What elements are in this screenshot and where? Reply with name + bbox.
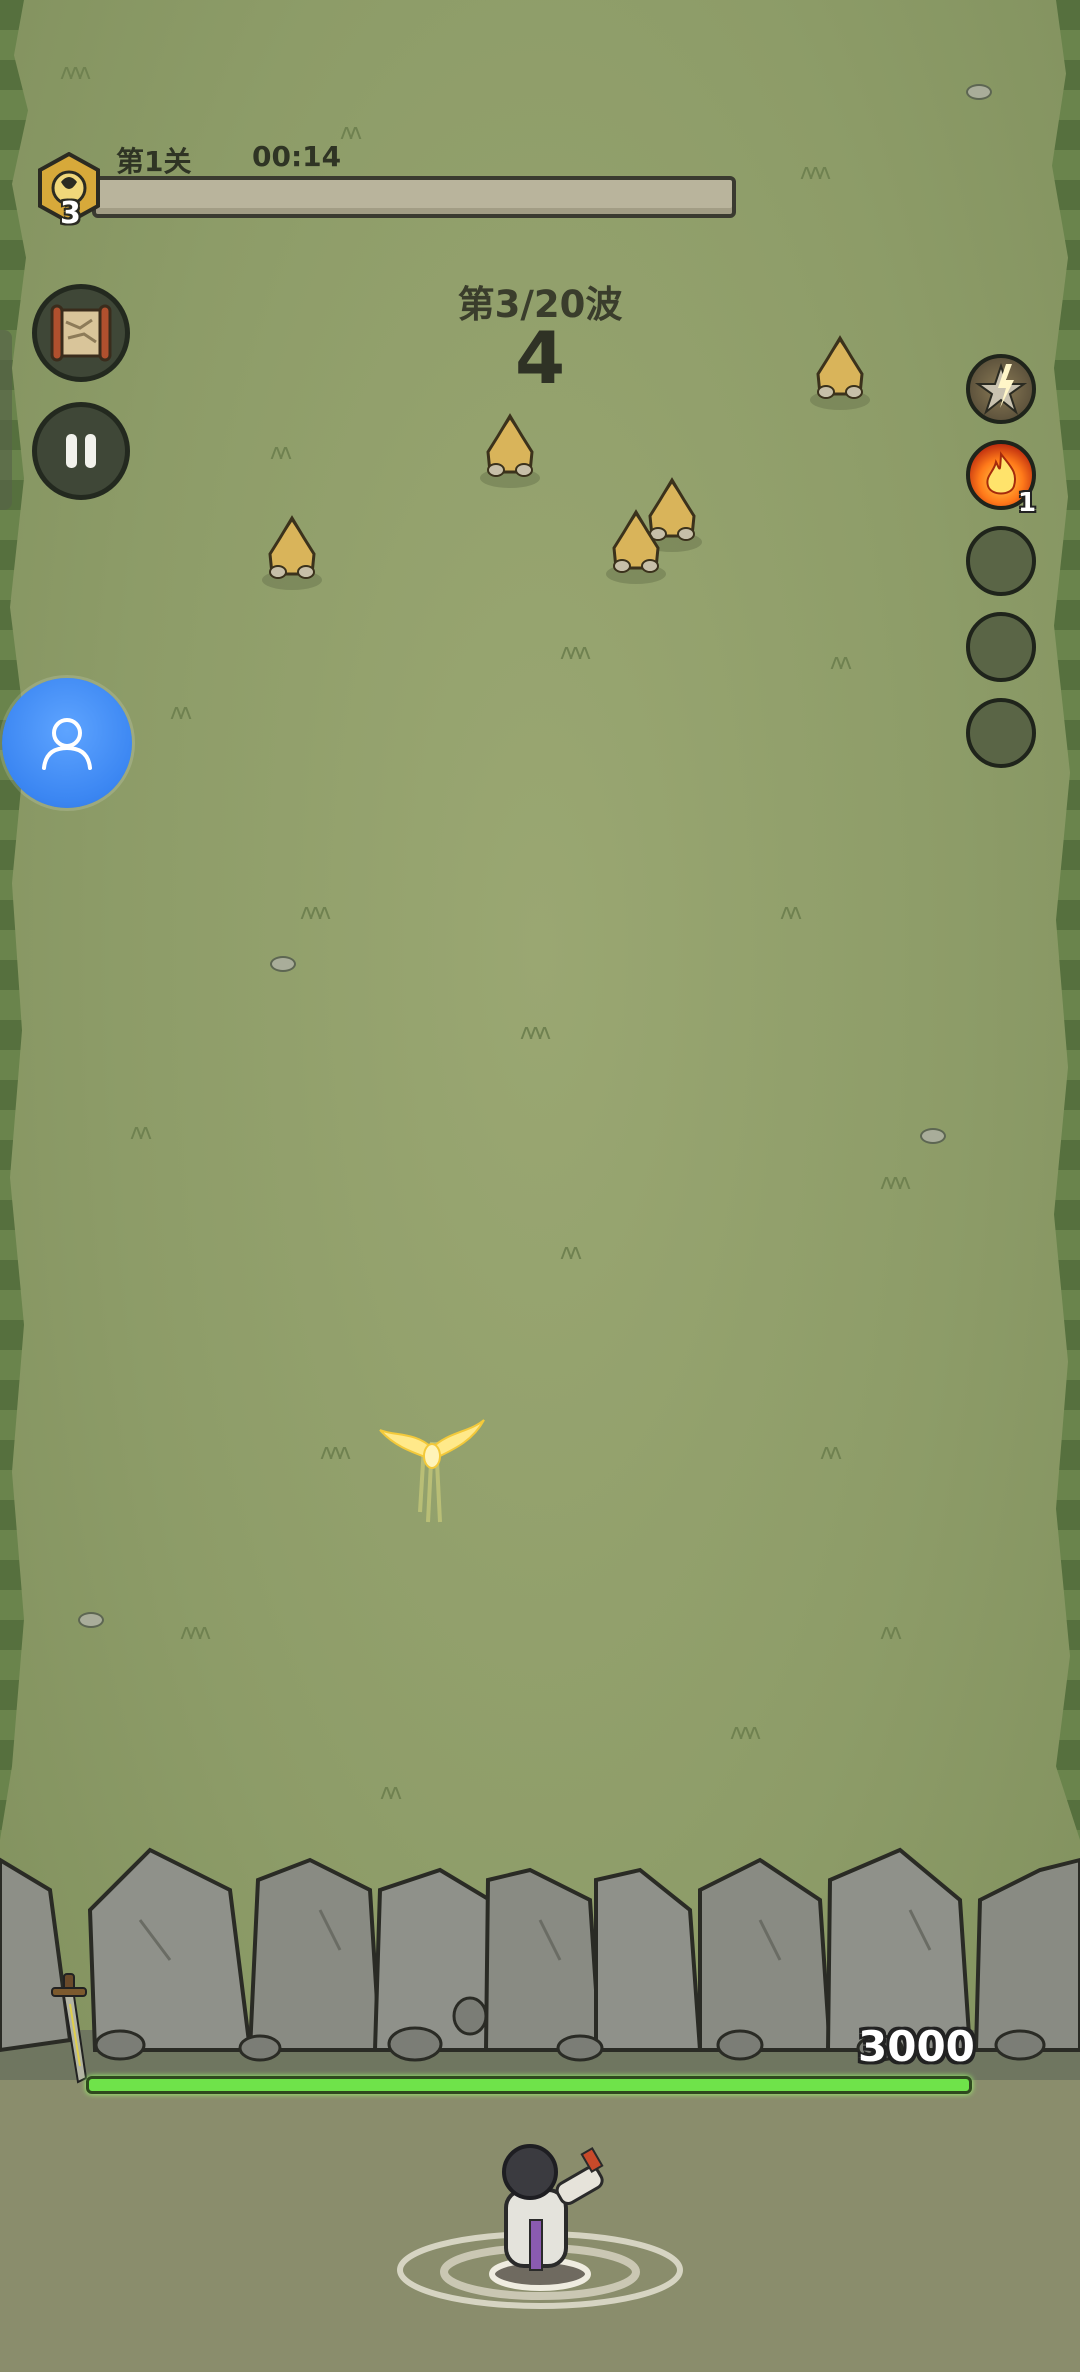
grass-tuft: ᴧᴧᴧ <box>800 160 831 185</box>
golden-bird-icon <box>379 1419 485 1523</box>
grass-tuft: ᴧᴧ <box>830 650 852 675</box>
stage-timer: 00:14 <box>252 140 342 173</box>
grass-tuft: ᴧᴧ <box>780 900 802 925</box>
assistant-button[interactable] <box>2 678 132 808</box>
enemy-bird[interactable] <box>598 508 674 588</box>
pause-button[interactable] <box>32 402 130 500</box>
fire-skill-count: 1 <box>1018 488 1037 518</box>
grass-tuft: ᴧᴧ <box>270 440 292 465</box>
grass-tuft: ᴧᴧᴧ <box>730 1720 761 1745</box>
grass-tuft: ᴧᴧᴧ <box>300 900 331 925</box>
enemy-bird[interactable] <box>254 514 330 594</box>
player-level: 3 <box>60 196 81 231</box>
enemies-remaining: 4 <box>514 316 566 400</box>
grass-tuft: ᴧᴧᴧ <box>180 1620 211 1645</box>
pebble <box>78 1612 104 1628</box>
skill-slot-empty[interactable] <box>966 526 1036 596</box>
grass-tuft: ᴧᴧ <box>560 1240 582 1265</box>
enemy-bird[interactable] <box>802 334 878 414</box>
grass-tuft: ᴧᴧᴧ <box>560 640 591 665</box>
game-stage[interactable]: ᴧᴧᴧ ᴧᴧ ᴧᴧᴧ ᴧᴧ ᴧᴧᴧ ᴧᴧ ᴧᴧ ᴧᴧᴧ ᴧᴧ ᴧᴧᴧ ᴧᴧ ᴧᴧ… <box>0 0 1080 2372</box>
skill-slot-lightning[interactable] <box>966 354 1036 424</box>
skill-slot-empty[interactable] <box>966 698 1036 768</box>
grass-tuft: ᴧᴧ <box>340 120 362 145</box>
stage-label: 第1关 <box>116 145 192 178</box>
wall-hp-bar <box>86 2076 972 2094</box>
pebble <box>920 1128 946 1144</box>
grass-tuft: ᴧᴧᴧ <box>520 1020 551 1045</box>
lightning-star-icon <box>974 362 1028 415</box>
grass-tuft: ᴧᴧ <box>170 700 192 725</box>
pebble <box>270 956 296 972</box>
sword-icon <box>51 1973 88 2084</box>
skill-slot-empty[interactable] <box>966 612 1036 682</box>
hero-character[interactable] <box>380 2120 700 2320</box>
grass-tuft: ᴧᴧᴧ <box>880 1170 911 1195</box>
grass-tuft: ᴧᴧ <box>130 1120 152 1145</box>
grass-tuft: ᴧᴧ <box>820 1440 842 1465</box>
grass-tuft: ᴧᴧ <box>880 1620 902 1645</box>
stage-progress-bar <box>92 176 736 218</box>
grass-tuft: ᴧᴧ <box>380 1780 402 1805</box>
pause-icon <box>66 434 96 468</box>
enemy-bird[interactable] <box>472 412 548 492</box>
user-icon <box>42 718 92 770</box>
grass-tuft: ᴧᴧᴧ <box>60 60 91 85</box>
wall-hp-value: 3000 <box>858 2022 975 2071</box>
grass-tuft: ᴧᴧᴧ <box>320 1440 351 1465</box>
pebble <box>966 84 992 100</box>
